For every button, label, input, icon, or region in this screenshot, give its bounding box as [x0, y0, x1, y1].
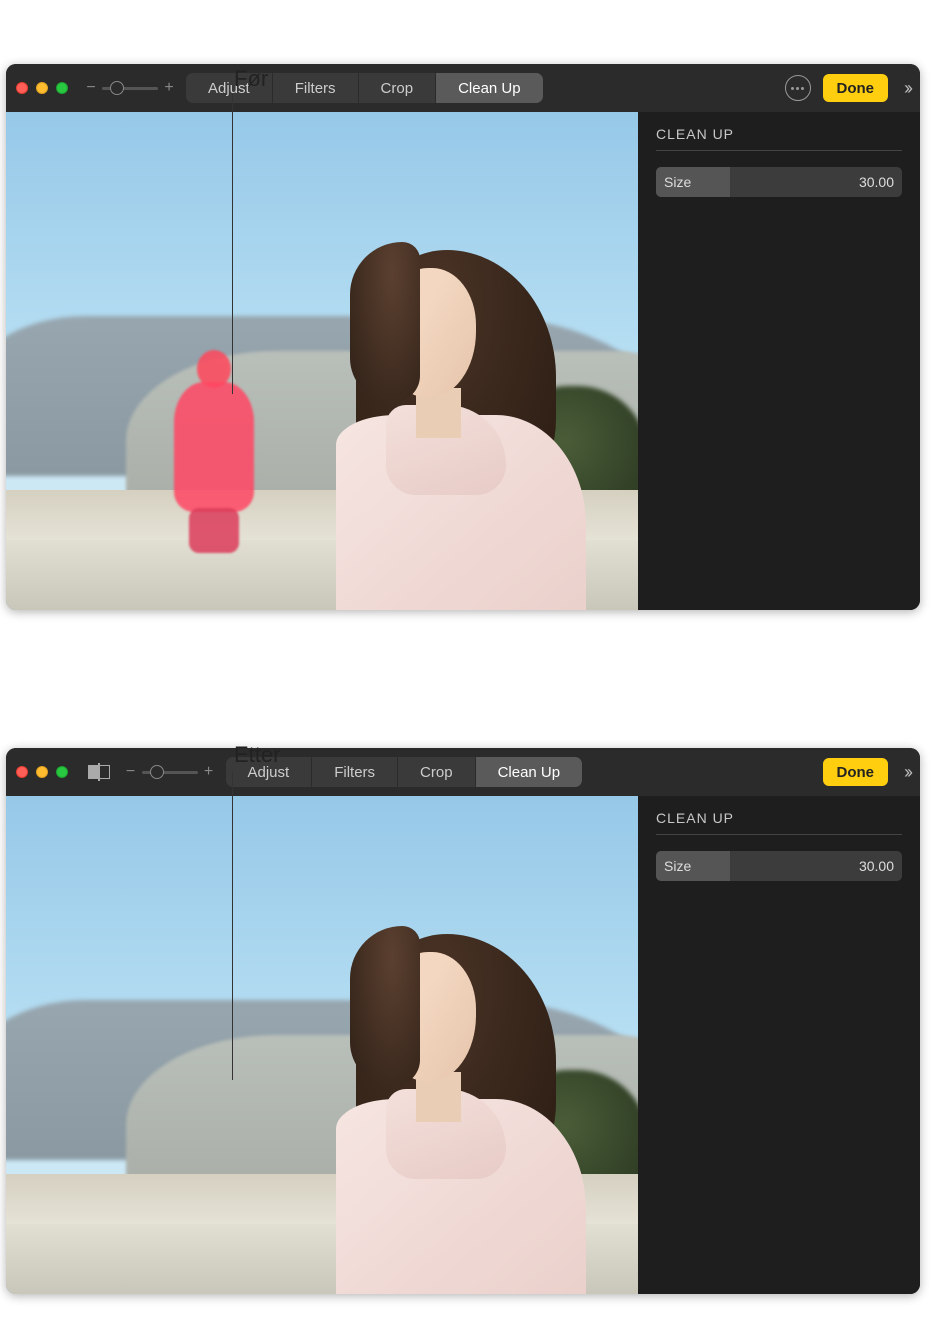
minimize-window-button[interactable] [36, 82, 48, 94]
window-controls [16, 82, 68, 94]
brush-size-slider[interactable]: Size 30.00 [656, 167, 902, 197]
compare-icon [88, 765, 98, 779]
zoom-slider[interactable] [142, 771, 198, 774]
callout-before-label: Før [234, 66, 268, 92]
close-window-button[interactable] [16, 766, 28, 778]
toolbar: − + Adjust Filters Crop Clean Up Done ›› [6, 748, 920, 796]
ellipsis-icon [791, 87, 804, 90]
sidebar-title: CLEAN UP [656, 126, 902, 142]
zoom-slider-thumb[interactable] [110, 81, 124, 95]
tab-crop[interactable]: Crop [398, 757, 476, 787]
fullscreen-window-button[interactable] [56, 766, 68, 778]
fullscreen-window-button[interactable] [56, 82, 68, 94]
tab-crop[interactable]: Crop [359, 73, 437, 103]
zoom-in-button[interactable]: + [202, 763, 216, 781]
close-window-button[interactable] [16, 82, 28, 94]
zoom-slider-group: − + [124, 763, 216, 781]
editor-window-after: − + Adjust Filters Crop Clean Up Done ›› [6, 748, 920, 1294]
sidebar-panel: CLEAN UP Size 30.00 [638, 112, 920, 610]
sidebar-divider [656, 834, 902, 835]
brush-size-value: 30.00 [859, 858, 902, 874]
brush-size-label: Size [656, 174, 691, 190]
done-button[interactable]: Done [823, 758, 889, 786]
cleanup-selection-person[interactable] [171, 350, 256, 550]
sidebar-divider [656, 150, 902, 151]
tab-filters[interactable]: Filters [273, 73, 359, 103]
toolbar-overflow-button[interactable]: ›› [904, 78, 910, 99]
done-button[interactable]: Done [823, 74, 889, 102]
zoom-out-button[interactable]: − [84, 79, 98, 97]
zoom-in-button[interactable]: + [162, 79, 176, 97]
zoom-slider-thumb[interactable] [150, 765, 164, 779]
sidebar-panel: CLEAN UP Size 30.00 [638, 796, 920, 1294]
zoom-slider[interactable] [102, 87, 158, 90]
tab-clean-up[interactable]: Clean Up [436, 73, 543, 103]
toolbar-overflow-button[interactable]: ›› [904, 762, 910, 783]
sidebar-title: CLEAN UP [656, 810, 902, 826]
brush-size-slider[interactable]: Size 30.00 [656, 851, 902, 881]
editor-window-before: − + Adjust Filters Crop Clean Up Done ›› [6, 64, 920, 610]
toolbar: − + Adjust Filters Crop Clean Up Done ›› [6, 64, 920, 112]
compare-before-after-button[interactable] [88, 763, 110, 781]
compare-icon [100, 765, 110, 779]
brush-size-label: Size [656, 858, 691, 874]
photo-subject-woman [326, 220, 596, 610]
photo-canvas[interactable] [6, 112, 638, 610]
window-controls [16, 766, 68, 778]
photo-subject-woman [326, 904, 596, 1294]
brush-size-value: 30.00 [859, 174, 902, 190]
callout-after-line [232, 772, 233, 1080]
photo-canvas[interactable] [6, 796, 638, 1294]
callout-after-label: Etter [234, 742, 280, 768]
tab-clean-up[interactable]: Clean Up [476, 757, 583, 787]
more-options-button[interactable] [785, 75, 811, 101]
content-area: CLEAN UP Size 30.00 [6, 112, 920, 610]
tab-filters[interactable]: Filters [312, 757, 398, 787]
content-area: CLEAN UP Size 30.00 [6, 796, 920, 1294]
callout-before-line [232, 94, 233, 394]
zoom-out-button[interactable]: − [124, 763, 138, 781]
minimize-window-button[interactable] [36, 766, 48, 778]
zoom-slider-group: − + [84, 79, 176, 97]
